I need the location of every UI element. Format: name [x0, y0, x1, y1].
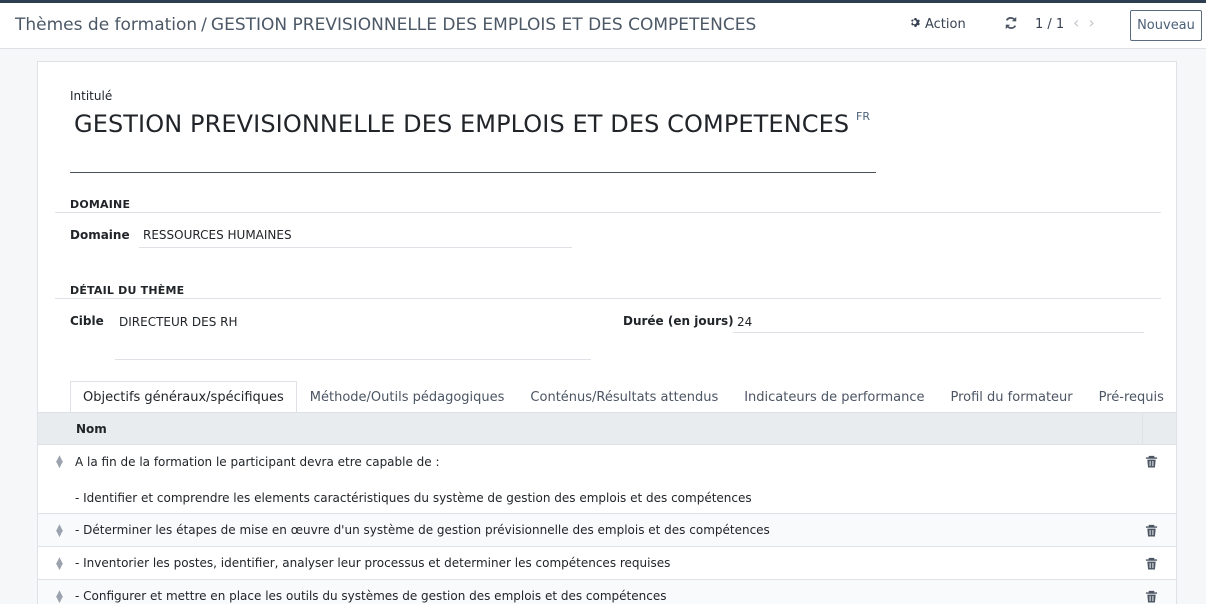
gear-icon	[910, 17, 921, 32]
target-field[interactable]: DIRECTEUR DES RH	[115, 312, 591, 360]
target-label: Cible	[70, 314, 104, 328]
table-row[interactable]: ▲ ▼ - Configurer et mettre en place les o…	[38, 580, 1176, 604]
detail-group-divider	[55, 298, 1161, 299]
duration-field[interactable]: 24	[733, 312, 1144, 333]
trash-icon[interactable]	[1145, 455, 1158, 468]
trash-icon[interactable]	[1145, 590, 1158, 603]
tab-methode[interactable]: Méthode/Outils pédagogiques	[297, 381, 518, 413]
table-row[interactable]: ▲ ▼ - Inventorier les postes, identifier,…	[38, 547, 1176, 580]
pager-arrows: ‹ ›	[1073, 13, 1095, 32]
title-value: GESTION PREVISIONNELLE DES EMPLOIS ET DE…	[74, 110, 850, 138]
duration-label: Durée (en jours)	[623, 314, 734, 328]
domain-group-divider	[55, 212, 1161, 213]
drag-handle-icon[interactable]: ▲ ▼	[56, 557, 63, 572]
control-panel: Thèmes de formation / GESTION PREVISIONNEL…	[0, 3, 1206, 49]
row-text-line1: - Déterminer les étapes de mise en œuvre…	[75, 523, 770, 537]
language-badge[interactable]: FR	[856, 110, 870, 123]
tab-prerequis[interactable]: Pré-requis	[1086, 381, 1177, 413]
action-menu-button[interactable]: Action	[910, 17, 966, 32]
detail-group-title: DÉTAIL DU THÈME	[70, 284, 185, 297]
domain-group-title: DOMAINE	[70, 198, 131, 211]
breadcrumb-separator: /	[201, 15, 207, 35]
tab-indicateurs[interactable]: Indicateurs de performance	[731, 381, 937, 413]
drag-handle-icon[interactable]: ▲ ▼	[56, 590, 63, 604]
refresh-icon[interactable]	[1004, 16, 1018, 34]
domain-field[interactable]: RESSOURCES HUMAINES	[139, 225, 572, 248]
drag-handle-icon[interactable]: ▲ ▼	[56, 455, 63, 470]
drag-handle-icon[interactable]: ▲ ▼	[56, 524, 63, 539]
chevron-right-icon[interactable]: ›	[1088, 13, 1094, 32]
chevron-left-icon[interactable]: ‹	[1073, 13, 1079, 32]
title-label: Intitulé	[70, 89, 113, 103]
row-text-line1: - Configurer et mettre en place les outi…	[75, 589, 667, 603]
notebook-tabs: Objectifs généraux/spécifiques Méthode/O…	[70, 381, 1177, 413]
trash-icon[interactable]	[1145, 524, 1158, 537]
title-field[interactable]: GESTION PREVISIONNELLE DES EMPLOIS ET DE…	[70, 106, 876, 173]
pager-value[interactable]: 1 / 1	[1035, 17, 1064, 32]
tab-contenus[interactable]: Conténus/Résultats attendus	[517, 381, 731, 413]
trash-icon[interactable]	[1145, 557, 1158, 570]
column-header-nom[interactable]: Nom	[76, 422, 107, 436]
action-label: Action	[925, 17, 966, 32]
row-text-line1: A la fin de la formation le participant …	[75, 455, 440, 469]
new-record-button[interactable]: Nouveau	[1130, 10, 1202, 41]
breadcrumb: Thèmes de formation / GESTION PREVISIONNEL…	[15, 15, 756, 35]
column-separator	[1142, 413, 1143, 445]
row-text-line2: - Identifier et comprendre les elements …	[75, 491, 752, 505]
row-text-line1: - Inventorier les postes, identifier, an…	[75, 556, 671, 570]
breadcrumb-parent-link[interactable]: Thèmes de formation	[15, 15, 197, 35]
tab-profil[interactable]: Profil du formateur	[938, 381, 1086, 413]
table-row[interactable]: ▲ ▼ - Déterminer les étapes de mise en œu…	[38, 514, 1176, 547]
table-header: Nom	[38, 413, 1176, 445]
form-sheet: Intitulé GESTION PREVISIONNELLE DES EMPL…	[37, 61, 1177, 604]
breadcrumb-current: GESTION PREVISIONNELLE DES EMPLOIS ET DE…	[210, 15, 757, 35]
tab-objectifs[interactable]: Objectifs généraux/spécifiques	[70, 381, 297, 413]
domain-label: Domaine	[70, 228, 130, 242]
table-row[interactable]: ▲ ▼ A la fin de la formation le participa…	[38, 445, 1176, 514]
